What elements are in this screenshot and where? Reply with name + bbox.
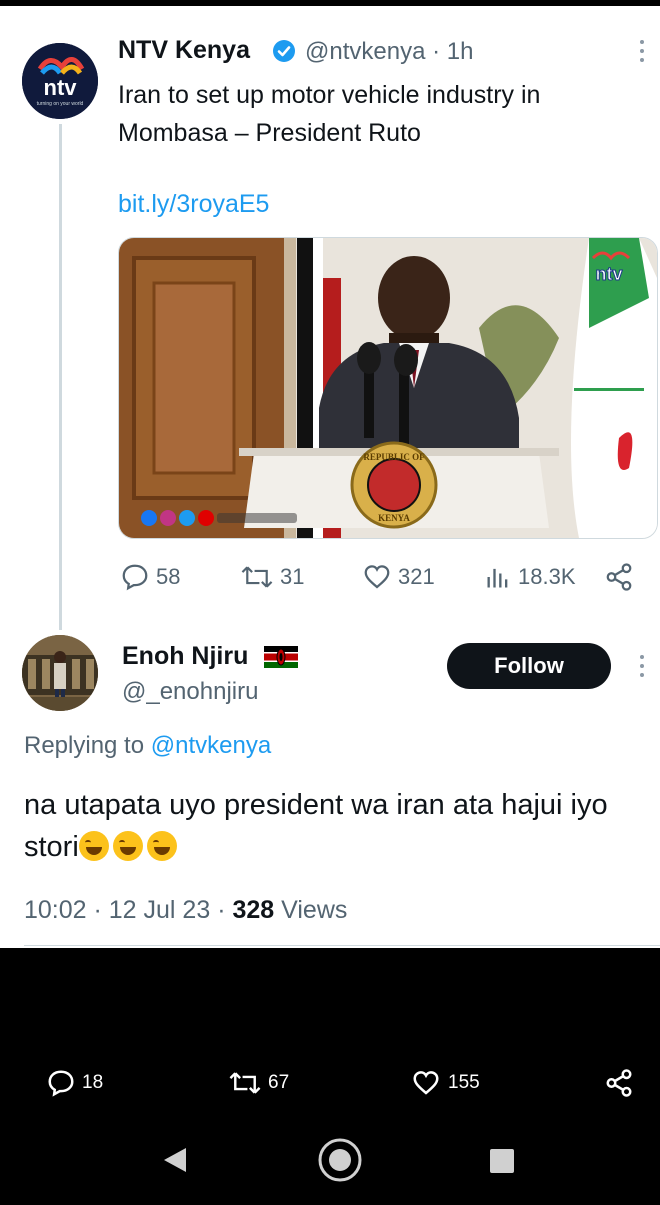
- reply-views-count: 328: [232, 896, 275, 924]
- reply-like-button[interactable]: 155: [410, 1068, 480, 1098]
- retweet-icon: [229, 1072, 261, 1094]
- ntv-avatar[interactable]: ntv turning on your world: [22, 43, 98, 119]
- reply-reply-count: 18: [82, 1072, 104, 1093]
- tweet-media-image[interactable]: REPUBLIC OF KENYA ntv: [118, 237, 658, 539]
- reply-count: 58: [156, 564, 181, 589]
- ntv-avatar-text: ntv: [44, 75, 78, 100]
- tweet-link[interactable]: bit.ly/3royaE5: [118, 190, 269, 219]
- reply-meta: 10:02 · 12 Jul 23 · 328 Views: [24, 896, 347, 925]
- heart-icon: [364, 565, 390, 589]
- reply-author-name[interactable]: Enoh Njiru: [122, 642, 248, 671]
- reply-retweet-button[interactable]: 67: [228, 1068, 289, 1098]
- ntv-logo-icon: ntv turning on your world: [22, 43, 98, 119]
- reply-share-button[interactable]: [604, 1068, 640, 1098]
- reply-like-count: 155: [448, 1072, 480, 1093]
- thread-line: [59, 124, 62, 630]
- laughing-emoji-icon: [78, 831, 109, 861]
- share-icon: [606, 1069, 632, 1097]
- like-count: 321: [398, 564, 435, 589]
- reply-handle[interactable]: @_enohnjiru: [122, 678, 258, 706]
- reply-reply-button[interactable]: 18: [46, 1068, 103, 1098]
- retweet-count: 31: [280, 564, 305, 589]
- user-avatar-photo: [22, 635, 98, 711]
- more-vertical-icon[interactable]: [632, 36, 652, 66]
- tweet-author-name[interactable]: NTV Kenya: [118, 36, 250, 65]
- share-button[interactable]: [604, 562, 640, 592]
- heart-icon: [413, 1071, 439, 1095]
- android-nav-bar: [0, 1120, 660, 1200]
- bar-chart-icon: [487, 568, 508, 588]
- enoh-avatar[interactable]: [22, 635, 98, 711]
- replying-mention[interactable]: @ntvkenya: [151, 732, 271, 759]
- reply-button[interactable]: 58: [120, 562, 180, 592]
- speech-bubble-icon: [122, 564, 148, 591]
- replying-to-line: Replying to @ntvkenya: [24, 732, 271, 760]
- ntv-avatar-tagline: turning on your world: [37, 101, 84, 107]
- podium-text-bottom: KENYA: [378, 513, 410, 523]
- retweet-icon: [241, 566, 273, 588]
- views-count: 18.3K: [518, 564, 576, 589]
- more-vertical-icon[interactable]: [632, 651, 652, 681]
- share-icon: [606, 563, 632, 591]
- reply-timestamp[interactable]: 10:02 · 12 Jul 23 ·: [24, 896, 232, 924]
- square-recent-icon[interactable]: [490, 1149, 514, 1173]
- verified-badge-icon: [273, 40, 295, 62]
- laughing-emoji-icon: [112, 831, 143, 861]
- follow-button[interactable]: Follow: [447, 643, 611, 689]
- retweet-button[interactable]: 31: [240, 562, 304, 592]
- speech-bubble-icon: [48, 1070, 74, 1097]
- replying-prefix: Replying to: [24, 732, 145, 759]
- reply-retweet-count: 67: [268, 1072, 290, 1093]
- tweet-text: Iran to set up motor vehicle industry in…: [118, 81, 541, 147]
- kenya-flag-icon: [264, 646, 298, 668]
- podium-text-top: REPUBLIC OF: [363, 452, 425, 462]
- laughing-emoji-icon: [146, 831, 177, 861]
- press-conference-photo: REPUBLIC OF KENYA ntv: [119, 238, 657, 538]
- views-button[interactable]: 18.3K: [484, 562, 576, 592]
- media-watermark: ntv: [596, 264, 623, 284]
- reply-text: na utapata uyo president wa iran ata haj…: [24, 784, 644, 868]
- reply-views-label: Views: [274, 896, 348, 924]
- divider: [24, 945, 660, 946]
- circle-home-icon[interactable]: [318, 1138, 362, 1182]
- tweet-card: ntv turning on your world NTV Kenya @ntv…: [0, 6, 660, 948]
- reply-text-content: na utapata uyo president wa iran ata haj…: [24, 789, 608, 863]
- triangle-back-icon[interactable]: [164, 1148, 186, 1172]
- tweet-handle-time[interactable]: @ntvkenya · 1h: [305, 38, 473, 66]
- like-button[interactable]: 321: [362, 562, 435, 592]
